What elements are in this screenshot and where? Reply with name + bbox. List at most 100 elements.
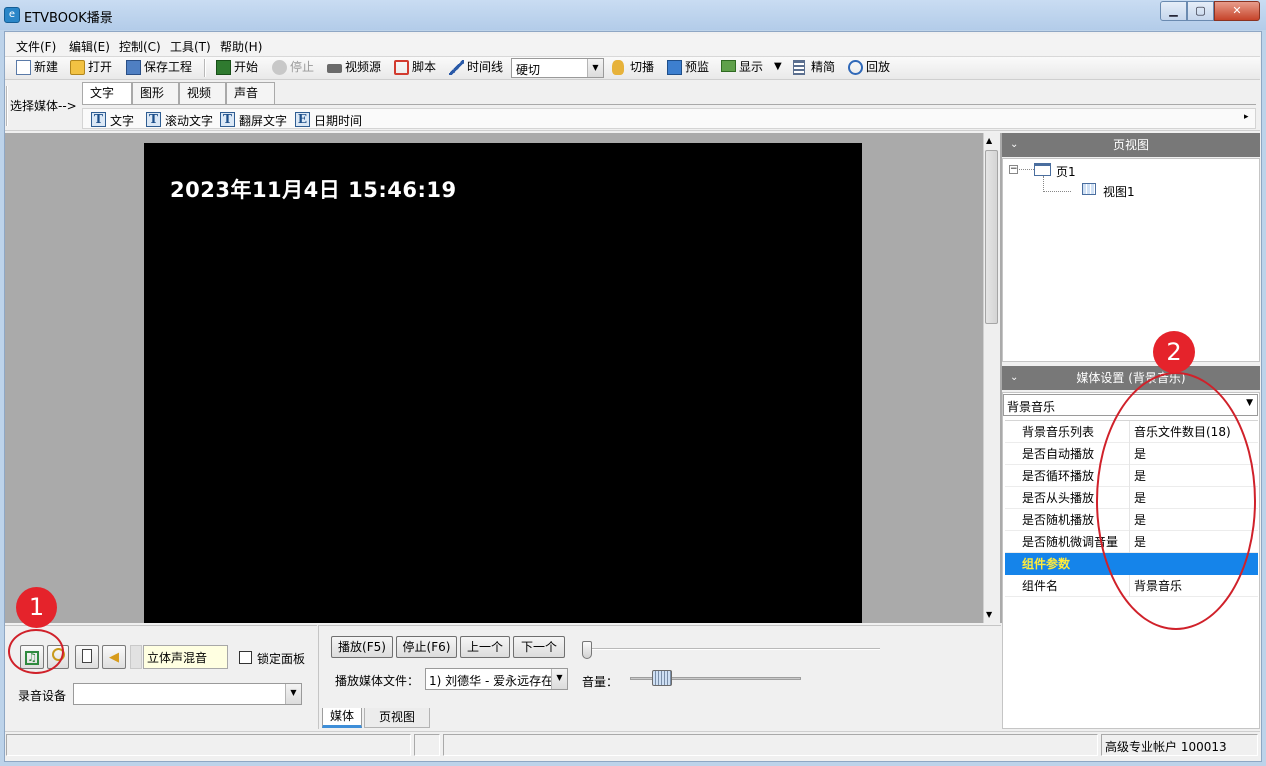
property-key: 背景音乐列表 bbox=[1022, 425, 1095, 439]
page-view-header[interactable]: ⌄ 页视图 bbox=[1002, 133, 1260, 157]
text-t-icon: T bbox=[91, 112, 106, 127]
status-cell bbox=[6, 734, 411, 756]
volume-thumb[interactable] bbox=[652, 670, 672, 686]
save-project-button[interactable]: 保存工程 bbox=[126, 58, 192, 78]
property-key: 组件名 bbox=[1022, 579, 1059, 593]
simplify-label: 精简 bbox=[811, 60, 836, 74]
annotation-badge-1: 1 bbox=[16, 587, 57, 628]
preview-monitor-button[interactable]: 预监 bbox=[667, 58, 709, 78]
new-label: 新建 bbox=[34, 60, 59, 74]
clipboard-button[interactable] bbox=[75, 645, 99, 669]
menu-control[interactable]: 控制(C) bbox=[119, 38, 161, 55]
start-button[interactable]: 开始 bbox=[216, 58, 258, 78]
toolbar-separator bbox=[204, 59, 206, 77]
tab-sound[interactable]: 声音 bbox=[226, 82, 275, 104]
status-cell bbox=[414, 734, 440, 756]
open-label: 打开 bbox=[88, 60, 113, 74]
add-page-text-label: 翻屏文字 bbox=[239, 114, 288, 128]
scroll-up-icon[interactable]: ▲ bbox=[986, 136, 992, 145]
tree-page-1[interactable]: 页1 bbox=[1056, 163, 1076, 180]
add-text-label: 文字 bbox=[110, 114, 135, 128]
tree-line bbox=[1019, 169, 1034, 170]
tree-view-1[interactable]: 视图1 bbox=[1103, 183, 1135, 200]
add-scroll-text-button[interactable]: T 滚动文字 bbox=[146, 112, 213, 129]
timeline-icon bbox=[449, 60, 464, 75]
close-button[interactable]: ✕ bbox=[1214, 1, 1260, 21]
chevron-down-icon: ▼ bbox=[551, 669, 567, 689]
display-screen-icon bbox=[721, 60, 736, 72]
script-button[interactable]: 脚本 bbox=[394, 58, 436, 78]
tab-media[interactable]: 媒体 bbox=[322, 708, 362, 728]
progress-thumb[interactable] bbox=[582, 641, 592, 659]
menu-file[interactable]: 文件(F) bbox=[16, 38, 56, 55]
display-button[interactable]: 显示 bbox=[721, 58, 763, 78]
scroll-down-icon[interactable]: ▼ bbox=[986, 610, 992, 619]
chevron-down-icon: ▼ bbox=[587, 59, 603, 77]
media-file-label: 播放媒体文件： bbox=[335, 674, 420, 688]
section-label: 组件参数 bbox=[1022, 557, 1071, 571]
scrollbar-thumb[interactable] bbox=[985, 150, 998, 324]
add-page-text-button[interactable]: T 翻屏文字 bbox=[220, 112, 287, 129]
simplify-button[interactable]: 精简 bbox=[793, 58, 835, 78]
media-file-value: 1) 刘德华 - 爱永远存在 bbox=[429, 674, 554, 688]
media-item-value: 背景音乐 bbox=[1007, 400, 1056, 414]
stop-play-button[interactable]: 停止(F6) bbox=[396, 636, 457, 658]
tree-line bbox=[1043, 191, 1071, 192]
tree-line bbox=[1043, 176, 1044, 192]
replay-label: 回放 bbox=[866, 60, 891, 74]
play-button[interactable]: 播放(F5) bbox=[331, 636, 393, 658]
datetime-display[interactable]: 2023年11月4日 15:46:19 bbox=[170, 174, 457, 204]
mix-mode-display: 立体声混音 bbox=[143, 645, 228, 669]
datetime-e-icon: E bbox=[295, 112, 310, 127]
record-device-label: 录音设备 bbox=[18, 689, 67, 703]
chevron-down-icon: ▼ bbox=[1246, 398, 1253, 408]
tab-text[interactable]: 文字 bbox=[82, 82, 132, 105]
next-button[interactable]: 下一个 bbox=[513, 636, 565, 658]
media-file-select[interactable]: 1) 刘德华 - 爱永远存在 ▼ bbox=[425, 668, 568, 690]
save-disk-icon bbox=[126, 60, 141, 75]
e-logo-icon: e bbox=[4, 7, 20, 23]
save-project-label: 保存工程 bbox=[144, 60, 193, 74]
hand-icon bbox=[612, 60, 624, 75]
monitor-icon bbox=[667, 60, 682, 75]
display-label: 显示 bbox=[739, 60, 764, 74]
script-icon bbox=[394, 60, 409, 75]
previous-button[interactable]: 上一个 bbox=[460, 636, 510, 658]
speaker-button[interactable]: ◀︎ bbox=[102, 645, 126, 669]
stop-button[interactable]: 停止 bbox=[272, 58, 314, 78]
minimize-button[interactable]: ▁ bbox=[1160, 1, 1187, 21]
chevron-right-icon[interactable]: ▸ bbox=[1244, 112, 1249, 122]
timeline-button[interactable]: 时间线 bbox=[449, 58, 503, 78]
replay-button[interactable]: 回放 bbox=[848, 58, 890, 78]
new-file-icon bbox=[16, 60, 31, 75]
preview-screen[interactable] bbox=[144, 143, 862, 623]
chevron-down-icon: ▼ bbox=[285, 684, 301, 704]
tab-video[interactable]: 视频 bbox=[179, 82, 226, 104]
add-datetime-button[interactable]: E 日期时间 bbox=[295, 112, 362, 129]
media-settings-header[interactable]: ⌄ 媒体设置 (背景音乐) bbox=[1002, 366, 1260, 390]
progress-track[interactable] bbox=[583, 648, 880, 650]
chevron-down-icon: ⌄ bbox=[1010, 139, 1019, 150]
menu-tools[interactable]: 工具(T) bbox=[170, 38, 211, 55]
new-button[interactable]: 新建 bbox=[16, 58, 58, 78]
record-device-select[interactable]: ▼ bbox=[73, 683, 302, 705]
menu-edit[interactable]: 编辑(E) bbox=[69, 38, 110, 55]
tab-page-view[interactable]: 页视图 bbox=[364, 708, 430, 728]
add-text-button[interactable]: T 文字 bbox=[91, 112, 134, 129]
video-source-button[interactable]: 视频源 bbox=[327, 58, 381, 78]
media-bar-grip bbox=[6, 86, 8, 126]
lock-panel-checkbox[interactable] bbox=[239, 651, 252, 664]
display-dropdown-icon[interactable]: ▼ bbox=[774, 61, 782, 72]
page-view-title: 页视图 bbox=[1112, 138, 1149, 152]
open-button[interactable]: 打开 bbox=[70, 58, 112, 78]
transition-select[interactable]: 硬切 ▼ bbox=[511, 58, 604, 78]
collapse-icon[interactable]: − bbox=[1009, 165, 1018, 174]
menu-help[interactable]: 帮助(H) bbox=[220, 38, 262, 55]
maximize-button[interactable]: ▢ bbox=[1187, 1, 1214, 21]
cut-button[interactable]: 切播 bbox=[612, 58, 654, 78]
start-label: 开始 bbox=[234, 60, 259, 74]
tab-graphic[interactable]: 图形 bbox=[132, 82, 179, 104]
chevron-down-icon: ⌄ bbox=[1010, 372, 1019, 383]
property-key: 是否随机播放 bbox=[1022, 513, 1095, 527]
account-status: 高级专业帐户 100013 bbox=[1101, 734, 1258, 756]
